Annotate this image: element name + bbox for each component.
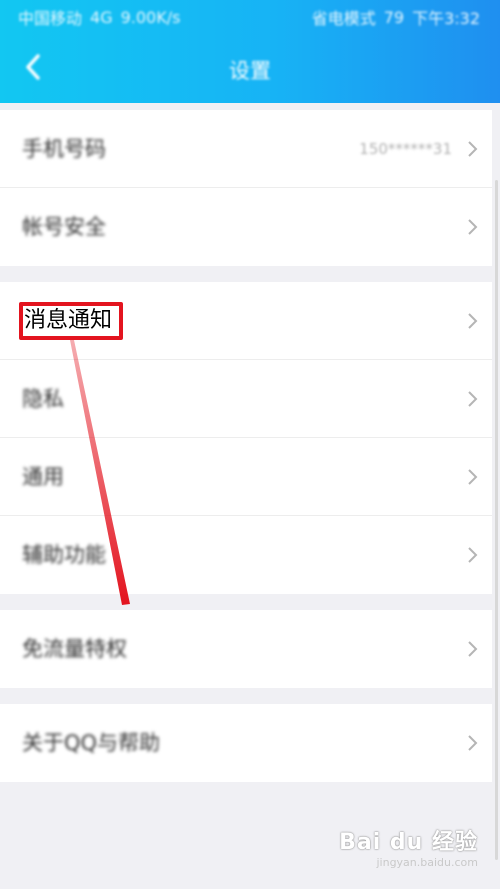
battery-text: 79 xyxy=(383,7,405,27)
settings-item-account-security[interactable]: 帐号安全 xyxy=(0,188,492,266)
scrollbar[interactable] xyxy=(495,180,498,860)
status-bar: 中国移动 4G 9.00K/s 省电模式 79 下午3:32 xyxy=(18,6,488,29)
settings-item-label: 隐私 xyxy=(22,387,64,411)
settings-group-about: 关于QQ与帮助 xyxy=(0,704,492,782)
watermark-brand: Bai du 经验 xyxy=(339,830,478,855)
page-title: 设置 xyxy=(229,59,271,83)
watermark-url: jingyan.baidu.com xyxy=(376,856,478,869)
network-text: 4G xyxy=(90,7,113,27)
settings-item-label: 免流量特权 xyxy=(22,637,127,661)
settings-item-value: 150******31 xyxy=(359,140,452,158)
watermark: Bai du 经验 jingyan.baidu.com xyxy=(339,824,478,869)
chevron-right-icon xyxy=(466,640,478,658)
settings-item-data-free-privilege[interactable]: 免流量特权 xyxy=(0,610,492,688)
chevron-right-icon xyxy=(466,546,478,564)
settings-item-accessibility[interactable]: 辅助功能 xyxy=(0,516,492,594)
settings-group-data-free: 免流量特权 xyxy=(0,610,492,688)
carrier-text: 中国移动 xyxy=(18,9,83,28)
chevron-right-icon xyxy=(466,468,478,486)
chevron-right-icon xyxy=(466,312,478,330)
settings-item-label: 通用 xyxy=(22,465,64,489)
settings-item-phone-number[interactable]: 手机号码 150******31 xyxy=(0,110,492,188)
settings-item-about-help[interactable]: 关于QQ与帮助 xyxy=(0,704,492,782)
settings-item-label: 手机号码 xyxy=(22,137,106,161)
settings-group-account: 手机号码 150******31 帐号安全 xyxy=(0,110,492,266)
settings-item-label: 辅助功能 xyxy=(22,543,106,567)
settings-item-label: 帐号安全 xyxy=(22,215,106,239)
app-header: 中国移动 4G 9.00K/s 省电模式 79 下午3:32 设置 xyxy=(0,0,500,103)
time-text: 下午3:32 xyxy=(412,9,480,28)
chevron-right-icon xyxy=(466,218,478,236)
chevron-right-icon xyxy=(466,734,478,752)
settings-item-label: 关于QQ与帮助 xyxy=(22,731,161,755)
chevron-right-icon xyxy=(466,390,478,408)
chevron-right-icon xyxy=(466,140,478,158)
settings-item-privacy[interactable]: 隐私 xyxy=(0,360,492,438)
settings-item-general[interactable]: 通用 xyxy=(0,438,492,516)
power-mode-text: 省电模式 xyxy=(311,9,376,28)
highlight-box xyxy=(19,302,123,340)
speed-text: 9.00K/s xyxy=(120,7,181,27)
